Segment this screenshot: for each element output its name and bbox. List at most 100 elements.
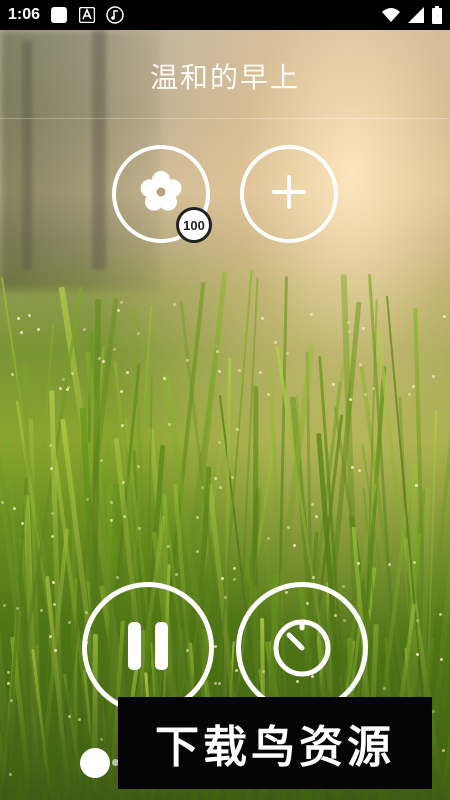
dew-drop <box>10 372 14 376</box>
dew-drop <box>274 341 278 345</box>
dew-drop <box>120 424 124 428</box>
signal-icon <box>408 7 424 27</box>
dew-drop <box>259 371 263 375</box>
dew-drop <box>362 327 366 331</box>
dew-drop <box>196 549 200 553</box>
dew-drop <box>65 388 69 392</box>
dew-drop <box>16 606 20 610</box>
dew-drop <box>442 749 446 753</box>
dew-drop <box>115 576 119 580</box>
dew-drop <box>49 466 53 470</box>
dew-drop <box>201 485 205 489</box>
dew-drop <box>414 484 418 488</box>
pause-icon <box>124 620 172 676</box>
dew-drop <box>233 578 237 582</box>
dew-drop <box>214 681 218 685</box>
dew-drop <box>217 440 221 444</box>
dew-drop <box>261 317 265 321</box>
dew-drop <box>220 577 224 581</box>
timer-button[interactable] <box>236 582 368 714</box>
dew-drop <box>82 327 86 331</box>
dew-drop <box>218 486 222 490</box>
dew-drop <box>310 503 314 507</box>
dew-drop <box>100 459 104 463</box>
dew-drop <box>346 320 350 324</box>
dew-drop <box>218 681 222 685</box>
plus-icon <box>272 175 306 213</box>
dew-drop <box>109 500 113 504</box>
dew-drop <box>286 525 290 529</box>
scene-title: 温和的早上 <box>149 61 300 94</box>
dew-drop <box>3 603 7 607</box>
dew-drop <box>232 567 236 571</box>
dew-drop <box>37 328 41 332</box>
dew-drop <box>214 644 218 648</box>
dew-drop <box>162 377 166 381</box>
dew-drop <box>350 466 354 469</box>
title-divider <box>0 118 450 119</box>
dew-drop <box>136 465 140 469</box>
dew-drop <box>331 382 335 386</box>
square-notification-icon <box>50 6 68 24</box>
dew-drop <box>116 309 120 313</box>
dew-drop <box>137 331 141 335</box>
dew-drop <box>7 670 11 674</box>
dew-drop <box>292 543 296 547</box>
dew-drop <box>314 514 318 518</box>
dew-drop <box>21 521 25 525</box>
dew-drop <box>101 359 105 363</box>
dew-drop <box>356 561 360 565</box>
dew-drop <box>137 526 141 530</box>
dew-drop <box>342 584 346 588</box>
dew-drop <box>411 384 415 388</box>
dew-drop <box>387 563 391 567</box>
dew-drop <box>195 515 199 519</box>
dew-drop <box>175 573 179 577</box>
flower-icon <box>138 169 184 219</box>
dew-drop <box>216 349 220 353</box>
flower-sound-button[interactable]: 100 <box>112 145 212 243</box>
dew-drop <box>218 369 222 373</box>
dew-drop <box>20 331 24 335</box>
dew-drop <box>236 427 240 431</box>
background-grass-photo <box>0 0 450 800</box>
dew-drop <box>311 576 315 580</box>
dew-drop <box>120 300 124 304</box>
volume-badge: 100 <box>176 207 212 243</box>
status-time: 1:06 <box>8 6 41 23</box>
add-sound-button[interactable] <box>240 145 338 243</box>
dew-drop <box>347 329 351 333</box>
dew-drop <box>39 609 43 613</box>
dew-drop <box>238 369 242 373</box>
dew-drop <box>408 393 412 396</box>
dew-drop <box>28 314 32 317</box>
dew-drop <box>412 560 416 564</box>
dew-drop <box>99 737 103 741</box>
dew-drop <box>13 506 17 510</box>
dew-drop <box>267 392 271 396</box>
wifi-icon <box>382 7 400 27</box>
dew-drop <box>173 303 177 307</box>
pause-button[interactable] <box>82 582 214 714</box>
page-indicator-active[interactable] <box>80 748 110 778</box>
dew-drop <box>167 423 171 427</box>
dew-drop <box>309 312 313 316</box>
dew-drop <box>53 648 57 652</box>
dew-drop <box>48 634 52 638</box>
dew-drop <box>120 390 124 394</box>
music-note-icon <box>106 6 124 24</box>
dew-drop <box>266 537 270 541</box>
watermark-banner: 下载鸟资源 <box>118 697 432 789</box>
dew-drop <box>358 469 362 473</box>
dew-drop <box>286 351 290 355</box>
status-bar: 1:06 <box>0 0 450 30</box>
dew-drop <box>16 317 20 321</box>
timer-icon <box>269 613 335 683</box>
dew-drop <box>126 371 130 375</box>
dew-drop <box>439 612 443 616</box>
dew-drop <box>443 314 447 318</box>
dew-drop <box>58 386 62 390</box>
dew-drop <box>113 347 117 351</box>
a-keyboard-icon <box>78 6 96 24</box>
battery-icon <box>432 6 442 28</box>
